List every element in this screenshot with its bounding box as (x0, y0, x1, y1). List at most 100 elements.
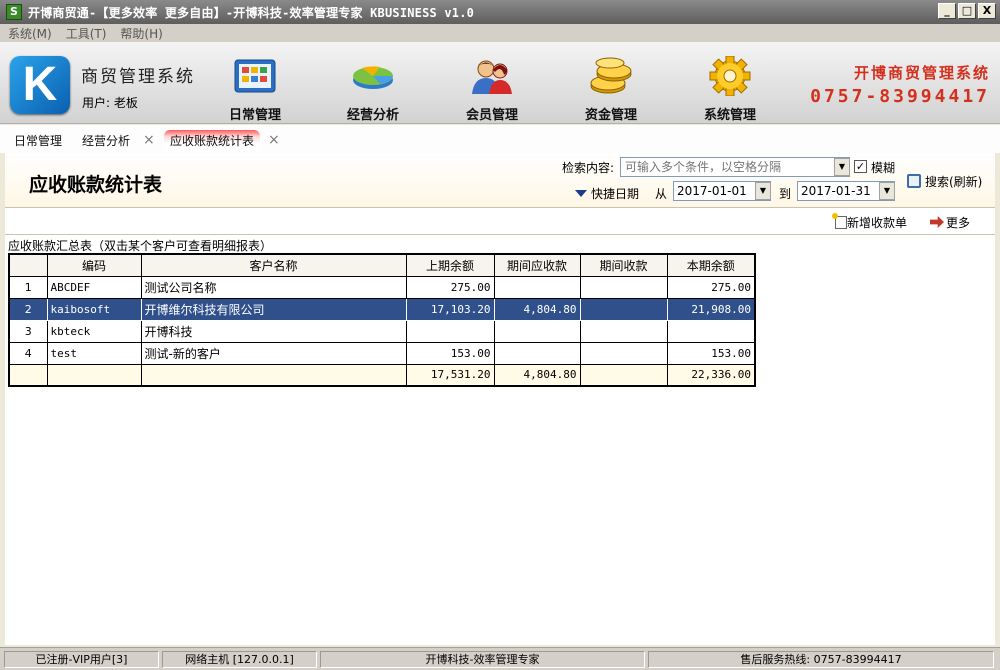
from-label: 从 (655, 187, 668, 201)
add-receipt-button[interactable]: 新增收款单 (832, 213, 907, 231)
cell-customer: 测试公司名称 (140, 275, 407, 299)
search-dropdown-button[interactable]: ▼ (834, 158, 850, 176)
report-toolbar: 新增收款单 更多 (5, 209, 995, 235)
cell-received (579, 297, 668, 321)
new-document-icon (832, 213, 847, 229)
cell-received (579, 319, 668, 343)
cell-receivable (493, 341, 581, 365)
quick-date-button[interactable]: 快捷日期 (575, 185, 639, 202)
page-title: 应收账款统计表 (29, 174, 163, 196)
cell-code: kaibosoft (46, 297, 142, 321)
table-row[interactable]: 1 ABCDEF 测试公司名称 275.00 275.00 (8, 275, 756, 299)
logo-letter: K (22, 58, 58, 111)
column-header-received[interactable]: 期间收款 (579, 253, 668, 277)
from-date-dropdown-button[interactable]: ▼ (755, 182, 771, 200)
to-date-dropdown-button[interactable]: ▼ (879, 182, 895, 200)
app-logo: K (10, 56, 70, 114)
search-icon (907, 174, 921, 188)
nav-label-member: 会员管理 (465, 108, 518, 123)
nav-label-fund: 资金管理 (584, 108, 637, 123)
search-refresh-button[interactable]: 搜索(刷新) (907, 173, 982, 190)
cell-code: ABCDEF (46, 275, 142, 299)
current-user: 用户: 老板 (82, 96, 138, 110)
total-index-cell (8, 363, 48, 387)
cell-prev-balance: 275.00 (405, 275, 495, 299)
total-code-cell (46, 363, 142, 387)
total-prev-balance: 17,531.20 (405, 363, 495, 387)
menu-tools[interactable]: 工具(T) (66, 25, 107, 42)
search-button-label: 搜索(刷新) (925, 175, 983, 189)
cell-received (579, 341, 668, 365)
row-index: 4 (8, 341, 48, 365)
status-hotline: 售后服务热线: 0757-83994417 (648, 651, 994, 668)
table-row-selected[interactable]: 2 kaibosoft 开博维尔科技有限公司 17,103.20 4,804.8… (8, 297, 756, 321)
report-header: 应收账款统计表 检索内容: ▼ ✓ 模糊 搜索(刷新) 快捷日期 从 2017-… (5, 153, 995, 208)
tab-daily-management[interactable]: 日常管理 (14, 130, 62, 152)
menu-system[interactable]: 系统(M) (8, 25, 52, 42)
cell-prev-balance: 153.00 (405, 341, 495, 365)
column-header-index (8, 253, 48, 277)
table-total-row: 17,531.20 4,804.80 22,336.00 (8, 363, 756, 387)
search-input[interactable] (620, 157, 850, 177)
tab-strip: 日常管理 经营分析 × 应收账款统计表 × (0, 125, 1000, 153)
cell-balance: 21,908.00 (666, 297, 756, 321)
window-title-bar: S 开博商贸通-【更多效率 更多自由】-开博科技-效率管理专家 KBUSINES… (0, 0, 1000, 24)
nav-system-management[interactable]: 系统管理 (680, 55, 780, 123)
fund-management-icon (588, 56, 634, 96)
close-button[interactable]: X (978, 3, 996, 19)
minimize-button[interactable]: _ (938, 3, 956, 19)
nav-daily-management[interactable]: 日常管理 (205, 56, 305, 123)
column-header-balance[interactable]: 本期余额 (666, 253, 756, 277)
nav-label-daily: 日常管理 (228, 108, 281, 123)
tab-close-icon[interactable]: × (268, 130, 280, 152)
column-header-code[interactable]: 编码 (46, 253, 142, 277)
app-header: K 商贸管理系统 用户: 老板 日常管理 经营分析 会员管理 资金管理 系统管理… (0, 42, 1000, 124)
cell-balance: 275.00 (666, 275, 756, 299)
cell-receivable (493, 275, 581, 299)
system-management-icon (707, 55, 753, 97)
cell-balance (666, 319, 756, 343)
nav-label-analysis: 经营分析 (346, 108, 399, 123)
tab-business-analysis[interactable]: 经营分析 (82, 130, 130, 152)
cell-customer: 测试-新的客户 (140, 341, 407, 365)
arrow-right-icon (930, 216, 944, 228)
to-label: 到 (779, 187, 792, 201)
search-label: 检索内容: (562, 161, 615, 175)
menu-help[interactable]: 帮助(H) (120, 25, 162, 42)
row-index: 3 (8, 319, 48, 343)
total-customer-cell (140, 363, 407, 387)
column-header-customer[interactable]: 客户名称 (140, 253, 407, 277)
app-name: 商贸管理系统 (81, 67, 195, 87)
column-header-prev-balance[interactable]: 上期余额 (405, 253, 495, 277)
table-row[interactable]: 4 test 测试-新的客户 153.00 153.00 (8, 341, 756, 365)
maximize-button[interactable]: □ (958, 3, 976, 19)
fuzzy-label: 模糊 (871, 161, 896, 175)
cell-receivable: 4,804.80 (493, 297, 581, 321)
window-title: 开博商贸通-【更多效率 更多自由】-开博科技-效率管理专家 KBUSINESS … (28, 5, 475, 20)
tab-receivables-report[interactable]: 应收账款统计表 (164, 130, 261, 152)
nav-business-analysis[interactable]: 经营分析 (323, 56, 423, 123)
cell-received (579, 275, 668, 299)
status-host: 网络主机 [127.0.0.1] (162, 651, 317, 668)
column-header-receivable[interactable]: 期间应收款 (493, 253, 581, 277)
more-button[interactable]: 更多 (930, 214, 970, 231)
tab-close-icon[interactable]: × (143, 130, 155, 152)
brand-phone: 0757-83994417 (810, 86, 990, 107)
menu-bar: 系统(M) 工具(T) 帮助(H) (0, 24, 1000, 42)
status-slogan: 开博科技-效率管理专家 (320, 651, 645, 668)
cell-customer: 开博维尔科技有限公司 (140, 297, 407, 321)
cell-receivable (493, 319, 581, 343)
row-index: 2 (8, 297, 48, 321)
brand-name: 开博商贸管理系统 (853, 64, 990, 82)
table-row[interactable]: 3 kbteck 开博科技 (8, 319, 756, 343)
receivables-table: 编码 客户名称 上期余额 期间应收款 期间收款 本期余额 1 ABCDEF 测试… (8, 253, 756, 387)
report-page: 应收账款统计表 检索内容: ▼ ✓ 模糊 搜索(刷新) 快捷日期 从 2017-… (5, 153, 995, 645)
nav-member-management[interactable]: 会员管理 (442, 56, 542, 123)
nav-fund-management[interactable]: 资金管理 (561, 56, 661, 123)
fuzzy-checkbox[interactable]: ✓ (854, 160, 867, 173)
quick-date-label: 快捷日期 (591, 187, 640, 201)
row-index: 1 (8, 275, 48, 299)
nav-label-system: 系统管理 (703, 108, 756, 123)
table-header-row: 编码 客户名称 上期余额 期间应收款 期间收款 本期余额 (8, 253, 756, 277)
member-management-icon (469, 56, 515, 96)
